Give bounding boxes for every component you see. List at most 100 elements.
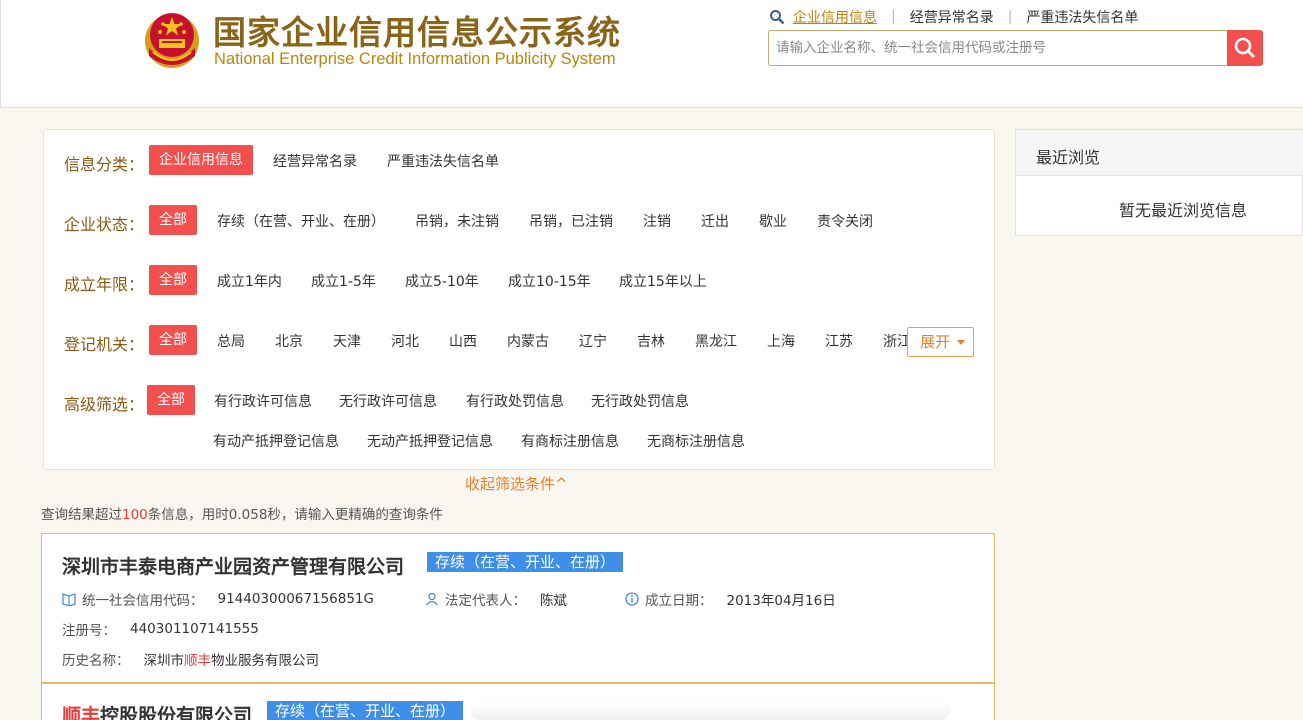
field-label: 统一社会信用代码： bbox=[82, 593, 204, 609]
field-label: 历史名称： bbox=[62, 653, 130, 669]
filter-row-advanced-2: 有动产抵押登记信息 无动产抵押登记信息 有商标注册信息 无商标注册信息 bbox=[44, 425, 996, 457]
filter-option[interactable]: 吊销，已注销 bbox=[529, 211, 613, 231]
filter-option[interactable]: 有行政处罚信息 bbox=[466, 391, 564, 411]
query-count: 100 bbox=[122, 507, 148, 523]
filter-row-category: 信息分类： 企业信用信息 经营异常名录 严重违法失信名单 bbox=[44, 145, 996, 177]
filter-label: 企业状态： bbox=[64, 215, 145, 234]
filter-label: 成立年限： bbox=[64, 275, 145, 294]
history-name-field: 历史名称： 深圳市顺丰物业服务有限公司 bbox=[62, 649, 319, 669]
recent-empty-message: 暂无最近浏览信息 bbox=[1119, 201, 1248, 220]
filter-option[interactable]: 歇业 bbox=[759, 211, 787, 231]
nav-separator: | bbox=[1007, 9, 1013, 25]
field-value: 陈斌 bbox=[540, 593, 567, 609]
field-value: 91440300067156851G bbox=[217, 591, 374, 607]
site-subtitle: National Enterprise Credit Information P… bbox=[214, 50, 616, 68]
filter-option[interactable]: 有行政许可信息 bbox=[214, 391, 312, 411]
search-input[interactable] bbox=[769, 31, 1227, 65]
field-value: 深圳市顺丰物业服务有限公司 bbox=[144, 649, 320, 669]
filter-option[interactable]: 存续（在营、开业、在册） bbox=[217, 211, 385, 231]
filter-option[interactable]: 江苏 bbox=[825, 331, 853, 351]
filter-option[interactable]: 辽宁 bbox=[579, 331, 607, 351]
filter-chip-selected[interactable]: 全部 bbox=[149, 205, 197, 235]
nav-separator: | bbox=[891, 9, 896, 25]
caret-down-icon bbox=[956, 339, 965, 345]
filter-label: 信息分类： bbox=[64, 155, 145, 174]
result-card[interactable]: 深圳市丰泰电商产业园资产管理有限公司 存续（在营、开业、在册） 统一社会信用代码… bbox=[41, 533, 995, 683]
search-button[interactable] bbox=[1227, 30, 1263, 66]
expand-authority-button[interactable]: 展开 bbox=[907, 327, 974, 357]
filter-option[interactable]: 无行政处罚信息 bbox=[591, 391, 689, 411]
collapse-filters-link[interactable]: 收起筛选条件^ bbox=[465, 473, 568, 494]
nav-link-blacklist[interactable]: 严重违法失信名单 bbox=[1026, 7, 1138, 27]
filter-option[interactable]: 成立1年内 bbox=[217, 271, 282, 291]
expand-label: 展开 bbox=[920, 333, 951, 351]
filter-option[interactable]: 吊销，未注销 bbox=[415, 211, 499, 231]
filter-option[interactable]: 有动产抵押登记信息 bbox=[213, 431, 339, 451]
filter-row-status: 企业状态： 全部 存续（在营、开业、在册） 吊销，未注销 吊销，已注销 注销 迁… bbox=[44, 205, 996, 237]
company-name[interactable]: 深圳市丰泰电商产业园资产管理有限公司 bbox=[62, 552, 404, 579]
national-emblem-icon bbox=[145, 13, 199, 68]
site-title: 国家企业信用信息公示系统 bbox=[213, 13, 621, 52]
filter-option[interactable]: 注销 bbox=[643, 211, 671, 231]
recent-title: 最近浏览 bbox=[1036, 148, 1101, 167]
filter-label: 高级筛选： bbox=[64, 395, 145, 414]
recent-header: 最近浏览 bbox=[1016, 130, 1303, 176]
filter-option[interactable]: 成立1-5年 bbox=[311, 271, 376, 291]
filter-option[interactable]: 成立15年以上 bbox=[619, 271, 707, 291]
filter-row-authority: 登记机关： 全部 总局 北京 天津 河北 山西 内蒙古 辽宁 吉林 黑龙江 上海… bbox=[44, 325, 996, 357]
filter-row-advanced: 高级筛选： 全部 有行政许可信息 无行政许可信息 有行政处罚信息 无行政处罚信息 bbox=[44, 385, 996, 417]
filter-option[interactable]: 山西 bbox=[449, 331, 477, 351]
filter-row-age: 成立年限： 全部 成立1年内 成立1-5年 成立5-10年 成立10-15年 成… bbox=[44, 265, 996, 297]
filter-panel: 信息分类： 企业信用信息 经营异常名录 严重违法失信名单 企业状态： 全部 存续… bbox=[43, 129, 995, 470]
search-box bbox=[768, 30, 1263, 66]
field-value: 440301107141555 bbox=[130, 621, 259, 637]
magnifier-icon bbox=[1234, 37, 1256, 59]
result-card[interactable]: 顺丰控股股份有限公司 存续（在营、开业、在册） bbox=[41, 683, 995, 720]
filter-chip-selected[interactable]: 全部 bbox=[149, 325, 197, 355]
filter-label: 登记机关： bbox=[64, 335, 145, 354]
company-name[interactable]: 顺丰控股股份有限公司 bbox=[62, 701, 252, 720]
credit-code-field: 统一社会信用代码： 91440300067156851G bbox=[62, 589, 374, 609]
filter-option[interactable]: 责令关闭 bbox=[817, 211, 873, 231]
filter-option[interactable]: 黑龙江 bbox=[695, 331, 737, 351]
name-rest: 控股股份有限公司 bbox=[100, 705, 253, 720]
filter-option[interactable]: 无动产抵押登记信息 bbox=[367, 431, 493, 451]
filter-option[interactable]: 吉林 bbox=[637, 331, 665, 351]
query-result-note: 查询结果超过100条信息，用时0.058秒，请输入更精确的查询条件 bbox=[41, 503, 443, 523]
filter-option[interactable]: 有商标注册信息 bbox=[521, 431, 619, 451]
name-highlight: 顺丰 bbox=[62, 705, 101, 720]
filter-option[interactable]: 内蒙古 bbox=[507, 331, 549, 351]
nav-link-credit-info[interactable]: 企业信用信息 bbox=[793, 7, 877, 27]
filter-option[interactable]: 经营异常名录 bbox=[273, 151, 357, 171]
field-label: 注册号： bbox=[62, 623, 116, 639]
filter-option[interactable]: 北京 bbox=[275, 331, 303, 351]
field-label: 成立日期： bbox=[645, 593, 713, 609]
filter-chip-selected[interactable]: 企业信用信息 bbox=[149, 145, 253, 175]
filter-option[interactable]: 上海 bbox=[767, 331, 795, 351]
filter-option[interactable]: 河北 bbox=[391, 331, 419, 351]
field-label: 法定代表人： bbox=[445, 593, 526, 609]
filter-option[interactable]: 无行政许可信息 bbox=[339, 391, 437, 411]
status-badge: 存续（在营、开业、在册） bbox=[267, 701, 464, 720]
filter-option[interactable]: 总局 bbox=[217, 331, 245, 351]
book-icon bbox=[62, 593, 76, 606]
filter-option[interactable]: 严重违法失信名单 bbox=[387, 151, 499, 171]
filter-option[interactable]: 无商标注册信息 bbox=[647, 431, 745, 451]
field-value: 2013年04月16日 bbox=[726, 593, 836, 609]
filter-option[interactable]: 迁出 bbox=[701, 211, 729, 231]
legal-rep-field: 法定代表人： 陈斌 bbox=[425, 589, 567, 609]
site-header: 国家企业信用信息公示系统 National Enterprise Credit … bbox=[0, 0, 1303, 108]
nav-link-abnormal-list[interactable]: 经营异常名录 bbox=[910, 7, 994, 27]
top-nav: 企业信用信息 | 经营异常名录 | 严重违法失信名单 bbox=[769, 7, 1138, 27]
filter-option[interactable]: 天津 bbox=[333, 331, 361, 351]
query-suffix: 条信息，用时0.058秒，请输入更精确的查询条件 bbox=[147, 507, 443, 523]
search-icon bbox=[770, 10, 785, 25]
filter-chip-selected[interactable]: 全部 bbox=[149, 265, 197, 295]
filter-option[interactable]: 成立10-15年 bbox=[508, 271, 591, 291]
info-icon bbox=[625, 592, 639, 606]
filter-option[interactable]: 成立5-10年 bbox=[405, 271, 479, 291]
person-icon bbox=[425, 592, 439, 606]
history-post: 物业服务有限公司 bbox=[211, 653, 319, 669]
filter-chip-selected[interactable]: 全部 bbox=[147, 385, 195, 415]
reg-no-field: 注册号： 440301107141555 bbox=[62, 619, 259, 639]
